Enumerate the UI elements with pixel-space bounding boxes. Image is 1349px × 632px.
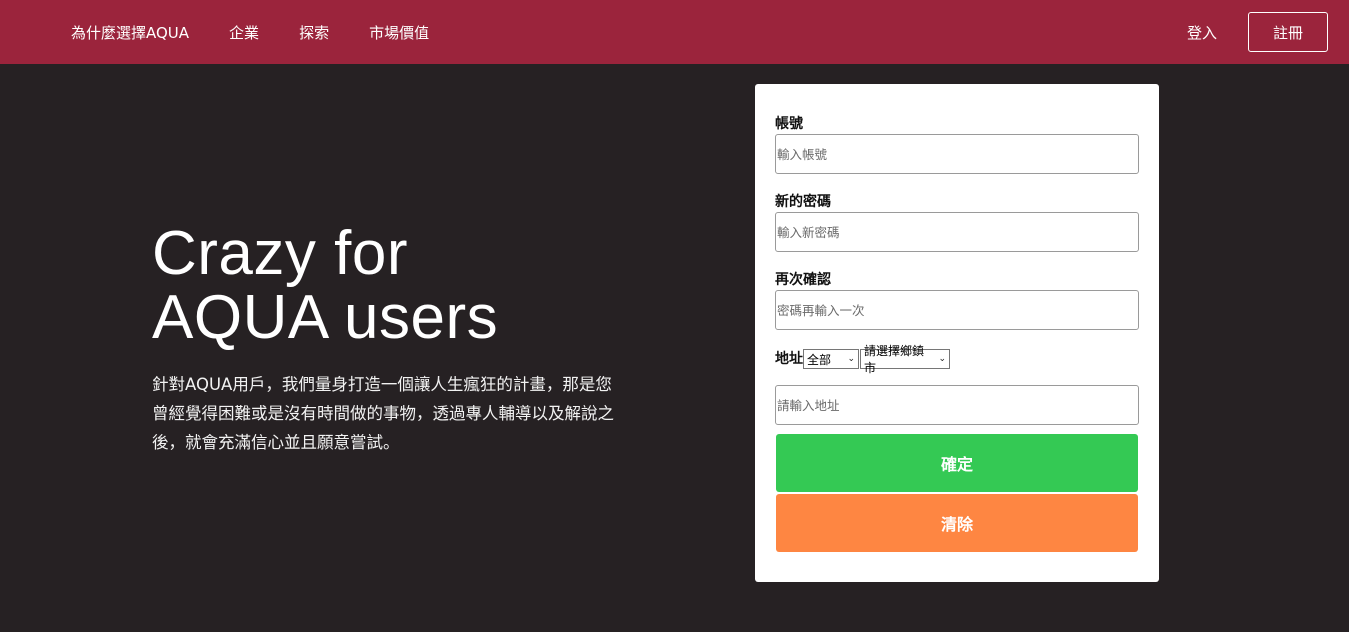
- nav-link-why-aqua[interactable]: 為什麼選擇AQUA: [71, 22, 189, 43]
- new-password-label: 新的密碼: [775, 194, 831, 210]
- account-label: 帳號: [775, 116, 803, 132]
- hero-section: Crazy for AQUA users 針對AQUA用戶，我們量身打造一個讓人…: [152, 222, 632, 457]
- account-group: 帳號: [775, 114, 1139, 174]
- hero-title-line1: Crazy for: [152, 219, 408, 288]
- address-row: 地址 全部 ⌄ 請選擇鄉鎮市 ⌄: [775, 344, 1139, 375]
- register-button[interactable]: 註冊: [1248, 12, 1328, 52]
- city-select[interactable]: 全部 ⌄: [803, 349, 859, 369]
- account-input[interactable]: [775, 134, 1139, 174]
- nav-links: 為什麼選擇AQUA 企業 探索 市場價值: [71, 0, 469, 64]
- clear-button[interactable]: 清除: [776, 494, 1138, 552]
- confirm-button[interactable]: 確定: [776, 434, 1138, 492]
- new-password-input[interactable]: [775, 212, 1139, 252]
- confirm-password-input[interactable]: [775, 290, 1139, 330]
- login-link[interactable]: 登入: [1187, 22, 1217, 43]
- confirm-password-group: 再次確認: [775, 270, 1139, 330]
- hero-title-line2: AQUA users: [152, 283, 499, 352]
- new-password-group: 新的密碼: [775, 192, 1139, 252]
- hero-description: 針對AQUA用戶，我們量身打造一個讓人生瘋狂的計畫，那是您曾經覺得困難或是沒有時…: [152, 375, 614, 452]
- top-navbar: 為什麼選擇AQUA 企業 探索 市場價值 登入 註冊: [0, 0, 1349, 64]
- town-select-value: 請選擇鄉鎮市: [864, 344, 925, 375]
- nav-link-enterprise[interactable]: 企業: [229, 22, 259, 43]
- chevron-down-icon: ⌄: [847, 354, 855, 364]
- address-label: 地址: [775, 351, 803, 367]
- nav-auth: 登入 註冊: [1187, 12, 1328, 52]
- town-select[interactable]: 請選擇鄉鎮市 ⌄: [860, 344, 950, 375]
- address-input[interactable]: [775, 385, 1139, 425]
- hero-title: Crazy for AQUA users: [152, 222, 632, 350]
- confirm-password-label: 再次確認: [775, 272, 831, 288]
- register-form: 帳號 新的密碼 再次確認 地址 全部 ⌄ 請選擇鄉鎮市 ⌄ 確定 清除: [755, 84, 1159, 582]
- city-select-value: 全部: [807, 352, 832, 367]
- nav-link-market-value[interactable]: 市場價值: [369, 22, 429, 43]
- nav-link-explore[interactable]: 探索: [299, 22, 329, 43]
- chevron-down-icon: ⌄: [938, 354, 946, 364]
